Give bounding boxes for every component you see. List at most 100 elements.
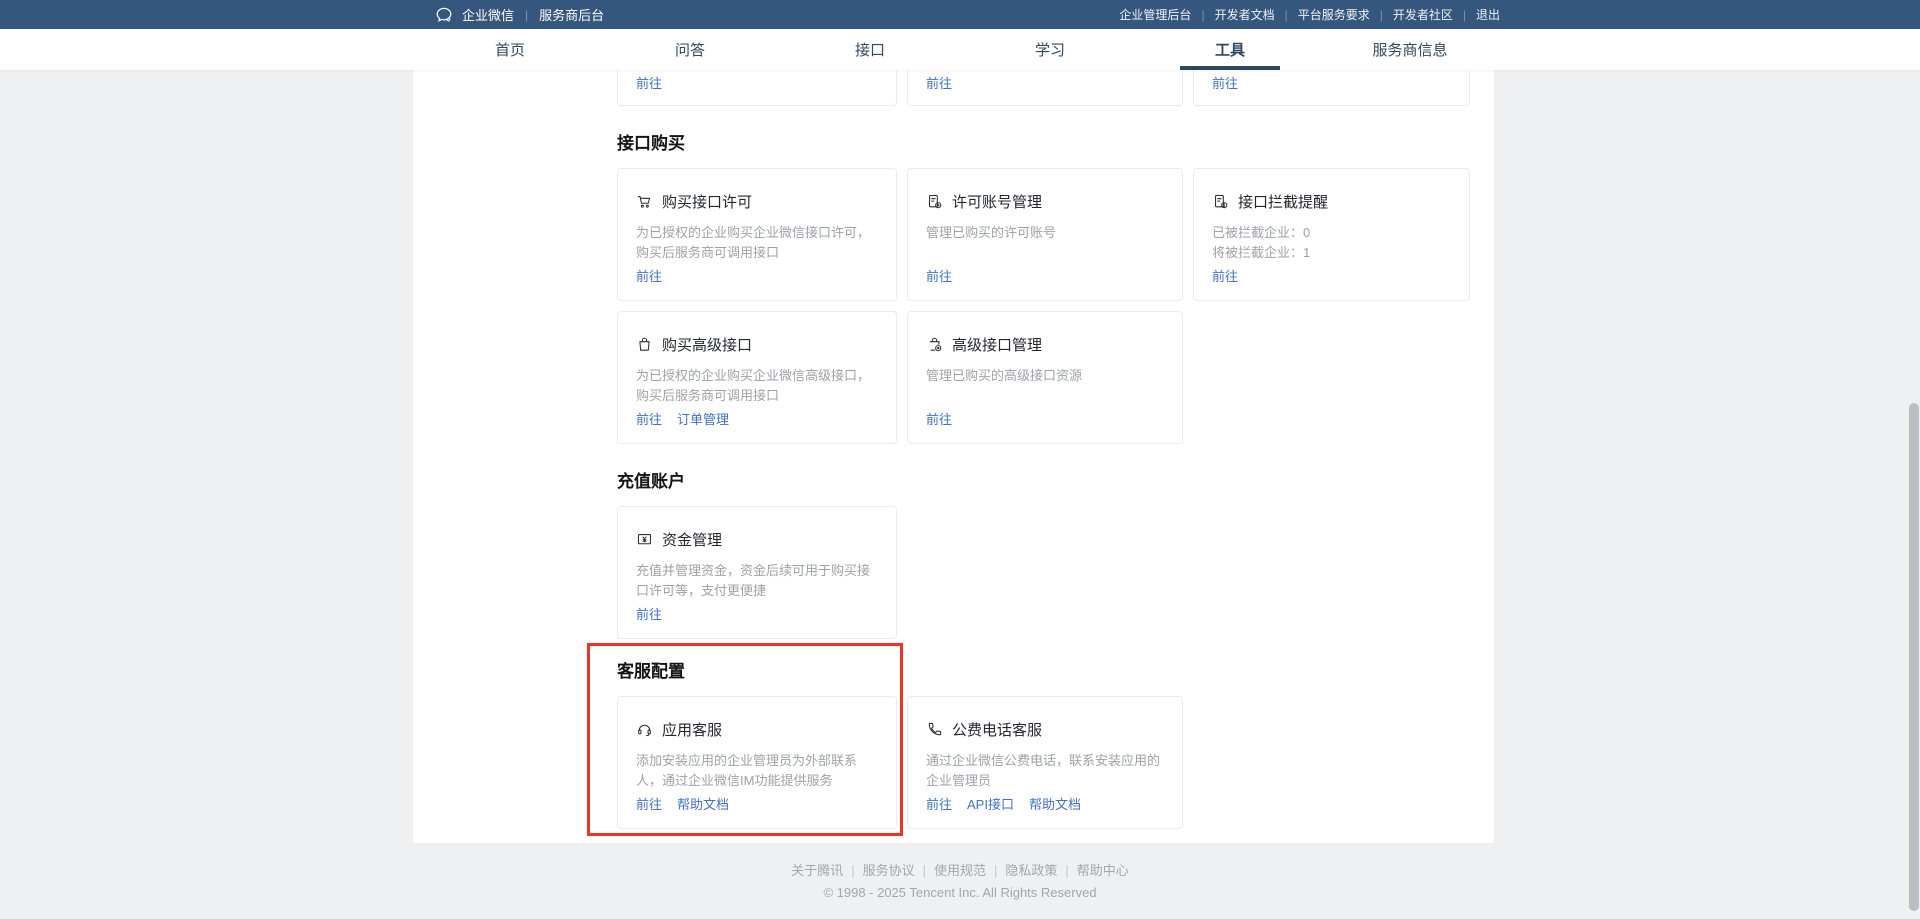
card-description: 充值并管理资金，资金后续可用于购买接口许可等，支付更便捷: [636, 561, 878, 601]
partial-card: 前往: [907, 70, 1183, 106]
card-link-go[interactable]: 前往: [636, 76, 662, 91]
phone-icon: [926, 721, 943, 738]
tool-card-接口拦截提醒: 接口拦截提醒已被拦截企业：0将被拦截企业：1 前往: [1193, 168, 1470, 301]
card-links: 前往订单管理: [636, 409, 729, 428]
card-link-前往[interactable]: 前往: [636, 794, 662, 813]
card-link-前往[interactable]: 前往: [636, 604, 662, 623]
card-description-line: 添加安装应用的企业管理员为外部联系人，通过企业微信IM功能提供服务: [636, 751, 878, 791]
topbar-link-divider: |: [1463, 8, 1466, 22]
card-links: 前往: [926, 266, 952, 285]
license-account-icon: [926, 193, 943, 210]
card-link-前往[interactable]: 前往: [636, 266, 662, 285]
topbar-link-0[interactable]: 企业管理后台: [1119, 6, 1191, 23]
card-links: 前往: [1212, 266, 1238, 285]
card-description-line: 通过企业微信公费电话，联系安装应用的企业管理员: [926, 751, 1164, 791]
tool-card-应用客服: 应用客服添加安装应用的企业管理员为外部联系人，通过企业微信IM功能提供服务前往帮…: [617, 696, 897, 829]
footer-link-divider: |: [994, 863, 997, 878]
footer-link-2[interactable]: 使用规范: [934, 863, 986, 878]
nav-tab-接口[interactable]: 接口: [780, 29, 960, 70]
topbar-link-divider: |: [1201, 8, 1204, 22]
card-description: 管理已购买的高级接口资源: [926, 366, 1164, 386]
card-description-line: 充值并管理资金，资金后续可用于购买接口许可等，支付更便捷: [636, 561, 878, 601]
headset-icon: [636, 721, 653, 738]
card-title: 应用客服: [662, 719, 722, 740]
card-link-前往[interactable]: 前往: [926, 794, 952, 813]
card-link-前往[interactable]: 前往: [926, 409, 952, 428]
section-title-充值账户: 充值账户: [617, 471, 1470, 493]
topbar-link-1[interactable]: 开发者文档: [1215, 6, 1275, 23]
card-title: 公费电话客服: [952, 719, 1042, 740]
topbar-link-4[interactable]: 退出: [1476, 6, 1500, 23]
card-title: 购买高级接口: [662, 334, 752, 355]
card-links: 前往: [636, 266, 662, 285]
card-description: 为已授权的企业购买企业微信高级接口，购买后服务商可调用接口: [636, 366, 878, 406]
topbar-link-3[interactable]: 开发者社区: [1393, 6, 1453, 23]
vertical-scrollbar-thumb[interactable]: [1909, 403, 1919, 911]
card-description: 为已授权的企业购买企业微信接口许可，购买后服务商可调用接口: [636, 223, 878, 263]
card-link-go[interactable]: 前往: [926, 76, 952, 91]
topbar-link-divider: |: [1285, 8, 1288, 22]
bag-icon: [636, 336, 653, 353]
card-link-API接口[interactable]: API接口: [967, 794, 1014, 813]
card-description-line: 管理已购买的高级接口资源: [926, 366, 1164, 386]
card-description: 通过企业微信公费电话，联系安装应用的企业管理员: [926, 751, 1164, 791]
tool-card-购买高级接口: 购买高级接口为已授权的企业购买企业微信高级接口，购买后服务商可调用接口前往订单管…: [617, 311, 897, 444]
footer-link-4[interactable]: 帮助中心: [1077, 863, 1129, 878]
card-title: 购买接口许可: [662, 191, 752, 212]
intercept-alert-icon: [1212, 193, 1229, 210]
wecom-logo-icon: [435, 6, 453, 24]
card-description: 管理已购买的许可账号: [926, 223, 1164, 243]
card-link-前往[interactable]: 前往: [1212, 266, 1238, 285]
footer-link-0[interactable]: 关于腾讯: [791, 863, 843, 878]
tool-card-公费电话客服: 公费电话客服通过企业微信公费电话，联系安装应用的企业管理员前往 API接口帮助文档: [907, 696, 1183, 829]
section-title-接口购买: 接口购买: [617, 133, 1470, 155]
cart-icon: [636, 193, 653, 210]
topbar-link-2[interactable]: 平台服务要求: [1298, 6, 1370, 23]
card-links: 前往 API接口帮助文档: [926, 794, 1081, 813]
card-description-line: 管理已购买的许可账号: [926, 223, 1164, 243]
card-link-前往[interactable]: 前往: [926, 266, 952, 285]
bag-gear-icon: [926, 336, 943, 353]
card-description-line: 为已授权的企业购买企业微信接口许可，购买后服务商可调用接口: [636, 223, 878, 263]
card-grid: 购买接口许可为已授权的企业购买企业微信接口许可，购买后服务商可调用接口前往许可账…: [617, 168, 1470, 444]
card-link-前往[interactable]: 前往: [636, 409, 662, 428]
topbar-link-divider: |: [1380, 8, 1383, 22]
logo-divider: |: [523, 8, 530, 22]
logo-subtitle: 服务商后台: [539, 5, 604, 24]
main-nav: 首页问答接口学习工具服务商信息: [0, 29, 1920, 70]
card-grid: 资金管理充值并管理资金，资金后续可用于购买接口许可等，支付更便捷前往: [617, 506, 1470, 639]
footer-link-divider: |: [851, 863, 854, 878]
card-link-订单管理[interactable]: 订单管理: [677, 409, 729, 428]
nav-tab-工具[interactable]: 工具: [1140, 29, 1320, 70]
footer-links: 关于腾讯|服务协议|使用规范|隐私政策|帮助中心: [0, 861, 1920, 881]
nav-tab-首页[interactable]: 首页: [420, 29, 600, 70]
card-link-帮助文档[interactable]: 帮助文档: [1029, 794, 1081, 813]
card-link-帮助文档[interactable]: 帮助文档: [677, 794, 729, 813]
nav-tab-服务商信息[interactable]: 服务商信息: [1320, 29, 1500, 70]
brand: 企业微信 | 服务商后台: [435, 5, 604, 24]
partial-card: 前往: [617, 70, 897, 106]
card-description-line: 将被拦截企业：1: [1212, 243, 1451, 263]
section-title-客服配置: 客服配置: [617, 661, 1470, 683]
card-links: 前往帮助文档: [636, 794, 729, 813]
card-description: 添加安装应用的企业管理员为外部联系人，通过企业微信IM功能提供服务: [636, 751, 878, 791]
logo-text: 企业微信: [462, 5, 514, 24]
money-icon: [636, 531, 653, 548]
topbar-links: 企业管理后台 | 开发者文档 | 平台服务要求 | 开发者社区 | 退出: [1119, 6, 1500, 23]
footer-link-divider: |: [1065, 863, 1068, 878]
card-links: 前往: [926, 409, 952, 428]
card-title: 资金管理: [662, 529, 722, 550]
card-title: 接口拦截提醒: [1238, 191, 1328, 212]
main-panel: 前往前往前往 接口购买购买接口许可为已授权的企业购买企业微信接口许可，购买后服务…: [413, 70, 1494, 843]
footer-link-1[interactable]: 服务协议: [863, 863, 915, 878]
scrolled-cards-row: 前往 前往 前往: [617, 70, 1470, 106]
tool-card-高级接口管理: 高级接口管理管理已购买的高级接口资源前往: [907, 311, 1183, 444]
footer-link-3[interactable]: 隐私政策: [1005, 863, 1057, 878]
nav-tab-学习[interactable]: 学习: [960, 29, 1140, 70]
partial-card: 前往: [1193, 70, 1470, 106]
nav-tab-问答[interactable]: 问答: [600, 29, 780, 70]
footer: 关于腾讯|服务协议|使用规范|隐私政策|帮助中心 © 1998 - 2025 T…: [0, 861, 1920, 903]
card-links: 前往: [636, 604, 662, 623]
card-description-line: 已被拦截企业：0: [1212, 223, 1451, 243]
card-link-go[interactable]: 前往: [1212, 76, 1238, 91]
